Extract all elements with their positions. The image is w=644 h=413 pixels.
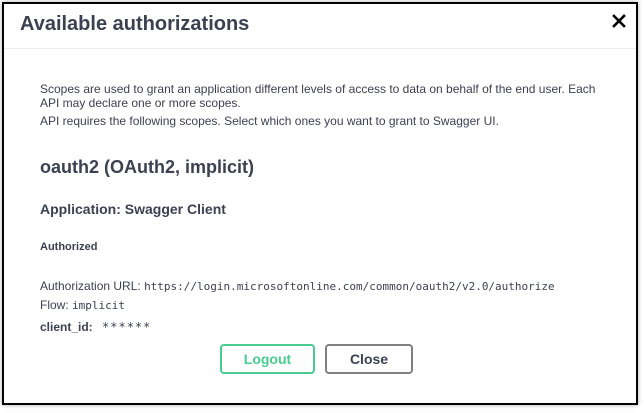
close-icon[interactable]	[610, 12, 628, 30]
flow-value: implicit	[72, 299, 125, 312]
scheme-title: oauth2 (OAuth2, implicit)	[40, 157, 254, 177]
dialog-header: Available authorizations	[4, 4, 636, 49]
application-line: Application: Swagger Client	[40, 201, 226, 217]
application-value: Swagger Client	[124, 201, 226, 217]
close-x-icon	[612, 14, 626, 28]
close-button[interactable]: Close	[325, 344, 413, 374]
authorization-url-label: Authorization URL:	[40, 279, 141, 293]
application-label: Application:	[40, 201, 121, 217]
flow-row: Flow: implicit	[40, 298, 125, 312]
client-id-value: ******	[102, 320, 152, 334]
logout-button[interactable]: Logout	[220, 344, 315, 374]
scopes-description: Scopes are used to grant an application …	[40, 82, 596, 110]
client-id-label: client_id:	[40, 320, 93, 334]
scopes-info: Scopes are used to grant an application …	[40, 82, 616, 128]
authorized-status: Authorized	[40, 241, 98, 253]
authorization-url-value: https://login.microsoftonline.com/common…	[144, 280, 555, 293]
client-id-row: client_id: ******	[40, 320, 151, 334]
scopes-requirement: API requires the following scopes. Selec…	[40, 114, 499, 128]
authorization-url-row: Authorization URL: https://login.microso…	[40, 279, 555, 293]
authorizations-dialog: Available authorizations Scopes are used…	[2, 2, 638, 405]
flow-label: Flow:	[40, 298, 69, 312]
dialog-title: Available authorizations	[20, 13, 250, 35]
